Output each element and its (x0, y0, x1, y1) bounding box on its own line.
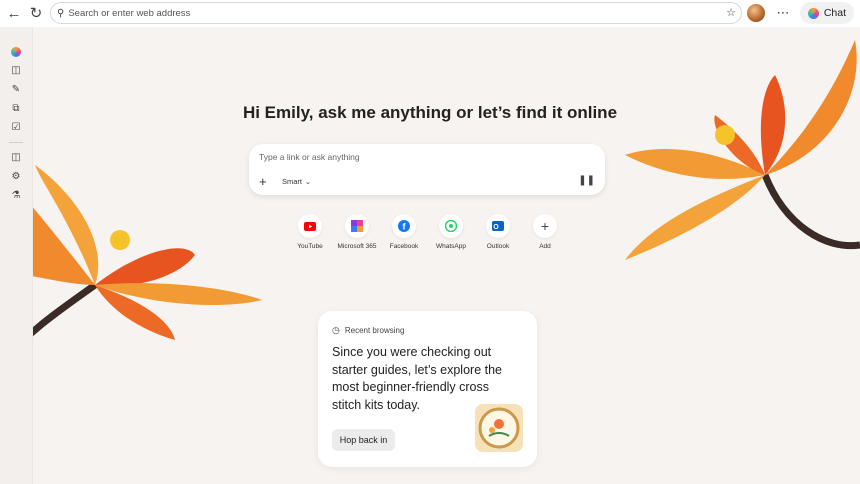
refresh-icon[interactable]: ↻ (25, 2, 47, 24)
quick-link-outlook[interactable]: O Outlook (478, 214, 518, 250)
cross-stitch-thumbnail (475, 404, 523, 452)
whatsapp-icon (439, 214, 463, 238)
browser-toolbar: ← ↻ ⚲ ☆ ⋯ Chat (0, 0, 860, 27)
tasks-check-icon[interactable]: ☑ (9, 121, 23, 134)
quick-link-microsoft-365[interactable]: Microsoft 365 (337, 214, 377, 250)
back-arrow-icon[interactable]: ← (3, 2, 25, 24)
collections-icon[interactable]: ⧉ (9, 102, 23, 115)
history-clock-icon: ◷ (332, 325, 340, 335)
prompt-input[interactable] (259, 152, 589, 162)
recent-browsing-card: ◷ Recent browsing Since you were checkin… (318, 311, 537, 467)
address-bar[interactable]: ⚲ ☆ (50, 2, 742, 24)
quick-link-add[interactable]: + Add (525, 214, 565, 250)
shopping-bag-icon[interactable]: ◫ (9, 151, 23, 164)
copilot-sidebar-icon[interactable] (9, 45, 23, 58)
quick-link-label: Microsoft 365 (337, 243, 377, 250)
tools-icon[interactable]: ⚙ (9, 170, 23, 183)
quick-link-label: WhatsApp (436, 243, 466, 250)
smart-mode-label: Smart (282, 177, 303, 186)
chevron-down-icon: ⌄ (305, 178, 311, 186)
prompt-box: + Smart ⌄ ❚❚ (249, 144, 605, 195)
quick-link-label: Outlook (486, 243, 510, 250)
more-options-icon[interactable]: ⋯ (772, 2, 794, 24)
facebook-icon: f (392, 214, 416, 238)
address-input[interactable] (68, 7, 709, 19)
quick-link-label: YouTube (297, 243, 323, 250)
edit-note-icon[interactable]: ✎ (9, 83, 23, 96)
copilot-icon (807, 7, 819, 19)
recent-browsing-tag: ◷ Recent browsing (332, 325, 404, 336)
sidebar-panel-icon[interactable]: ◫ (9, 64, 23, 77)
left-sidebar: ◫ ✎ ⧉ ☑ ◫ ⚙ ⚗ (0, 27, 33, 484)
outlook-icon: O (486, 214, 510, 238)
hop-back-in-button[interactable]: Hop back in (332, 429, 395, 451)
quick-link-youtube[interactable]: YouTube (290, 214, 330, 250)
favorite-star-icon[interactable]: ☆ (726, 6, 736, 19)
add-icon: + (533, 214, 557, 238)
attach-plus-icon[interactable]: + (259, 174, 267, 189)
microsoft-365-icon (345, 214, 369, 238)
labs-flask-icon[interactable]: ⚗ (9, 189, 23, 202)
sidebar-divider (9, 142, 23, 143)
recent-browsing-label: Recent browsing (344, 326, 405, 335)
quick-link-whatsapp[interactable]: WhatsApp (431, 214, 471, 250)
page-heading: Hi Emily, ask me anything or let’s find … (242, 103, 618, 122)
youtube-icon (298, 214, 322, 238)
quick-link-facebook[interactable]: f Facebook (384, 214, 424, 250)
flower-left-illustration (0, 165, 262, 363)
quick-link-label: Facebook (389, 243, 419, 250)
voice-input-icon[interactable]: ❚❚ (578, 175, 595, 186)
flower-right-illustration (625, 40, 860, 260)
chat-button[interactable]: Chat (799, 2, 854, 24)
smart-mode-dropdown[interactable]: Smart ⌄ (277, 175, 316, 188)
search-icon: ⚲ (57, 7, 65, 19)
quick-link-label: Add (539, 243, 551, 250)
chat-label: Chat (823, 7, 846, 19)
svg-text:O: O (493, 224, 499, 231)
profile-avatar[interactable] (747, 4, 765, 22)
